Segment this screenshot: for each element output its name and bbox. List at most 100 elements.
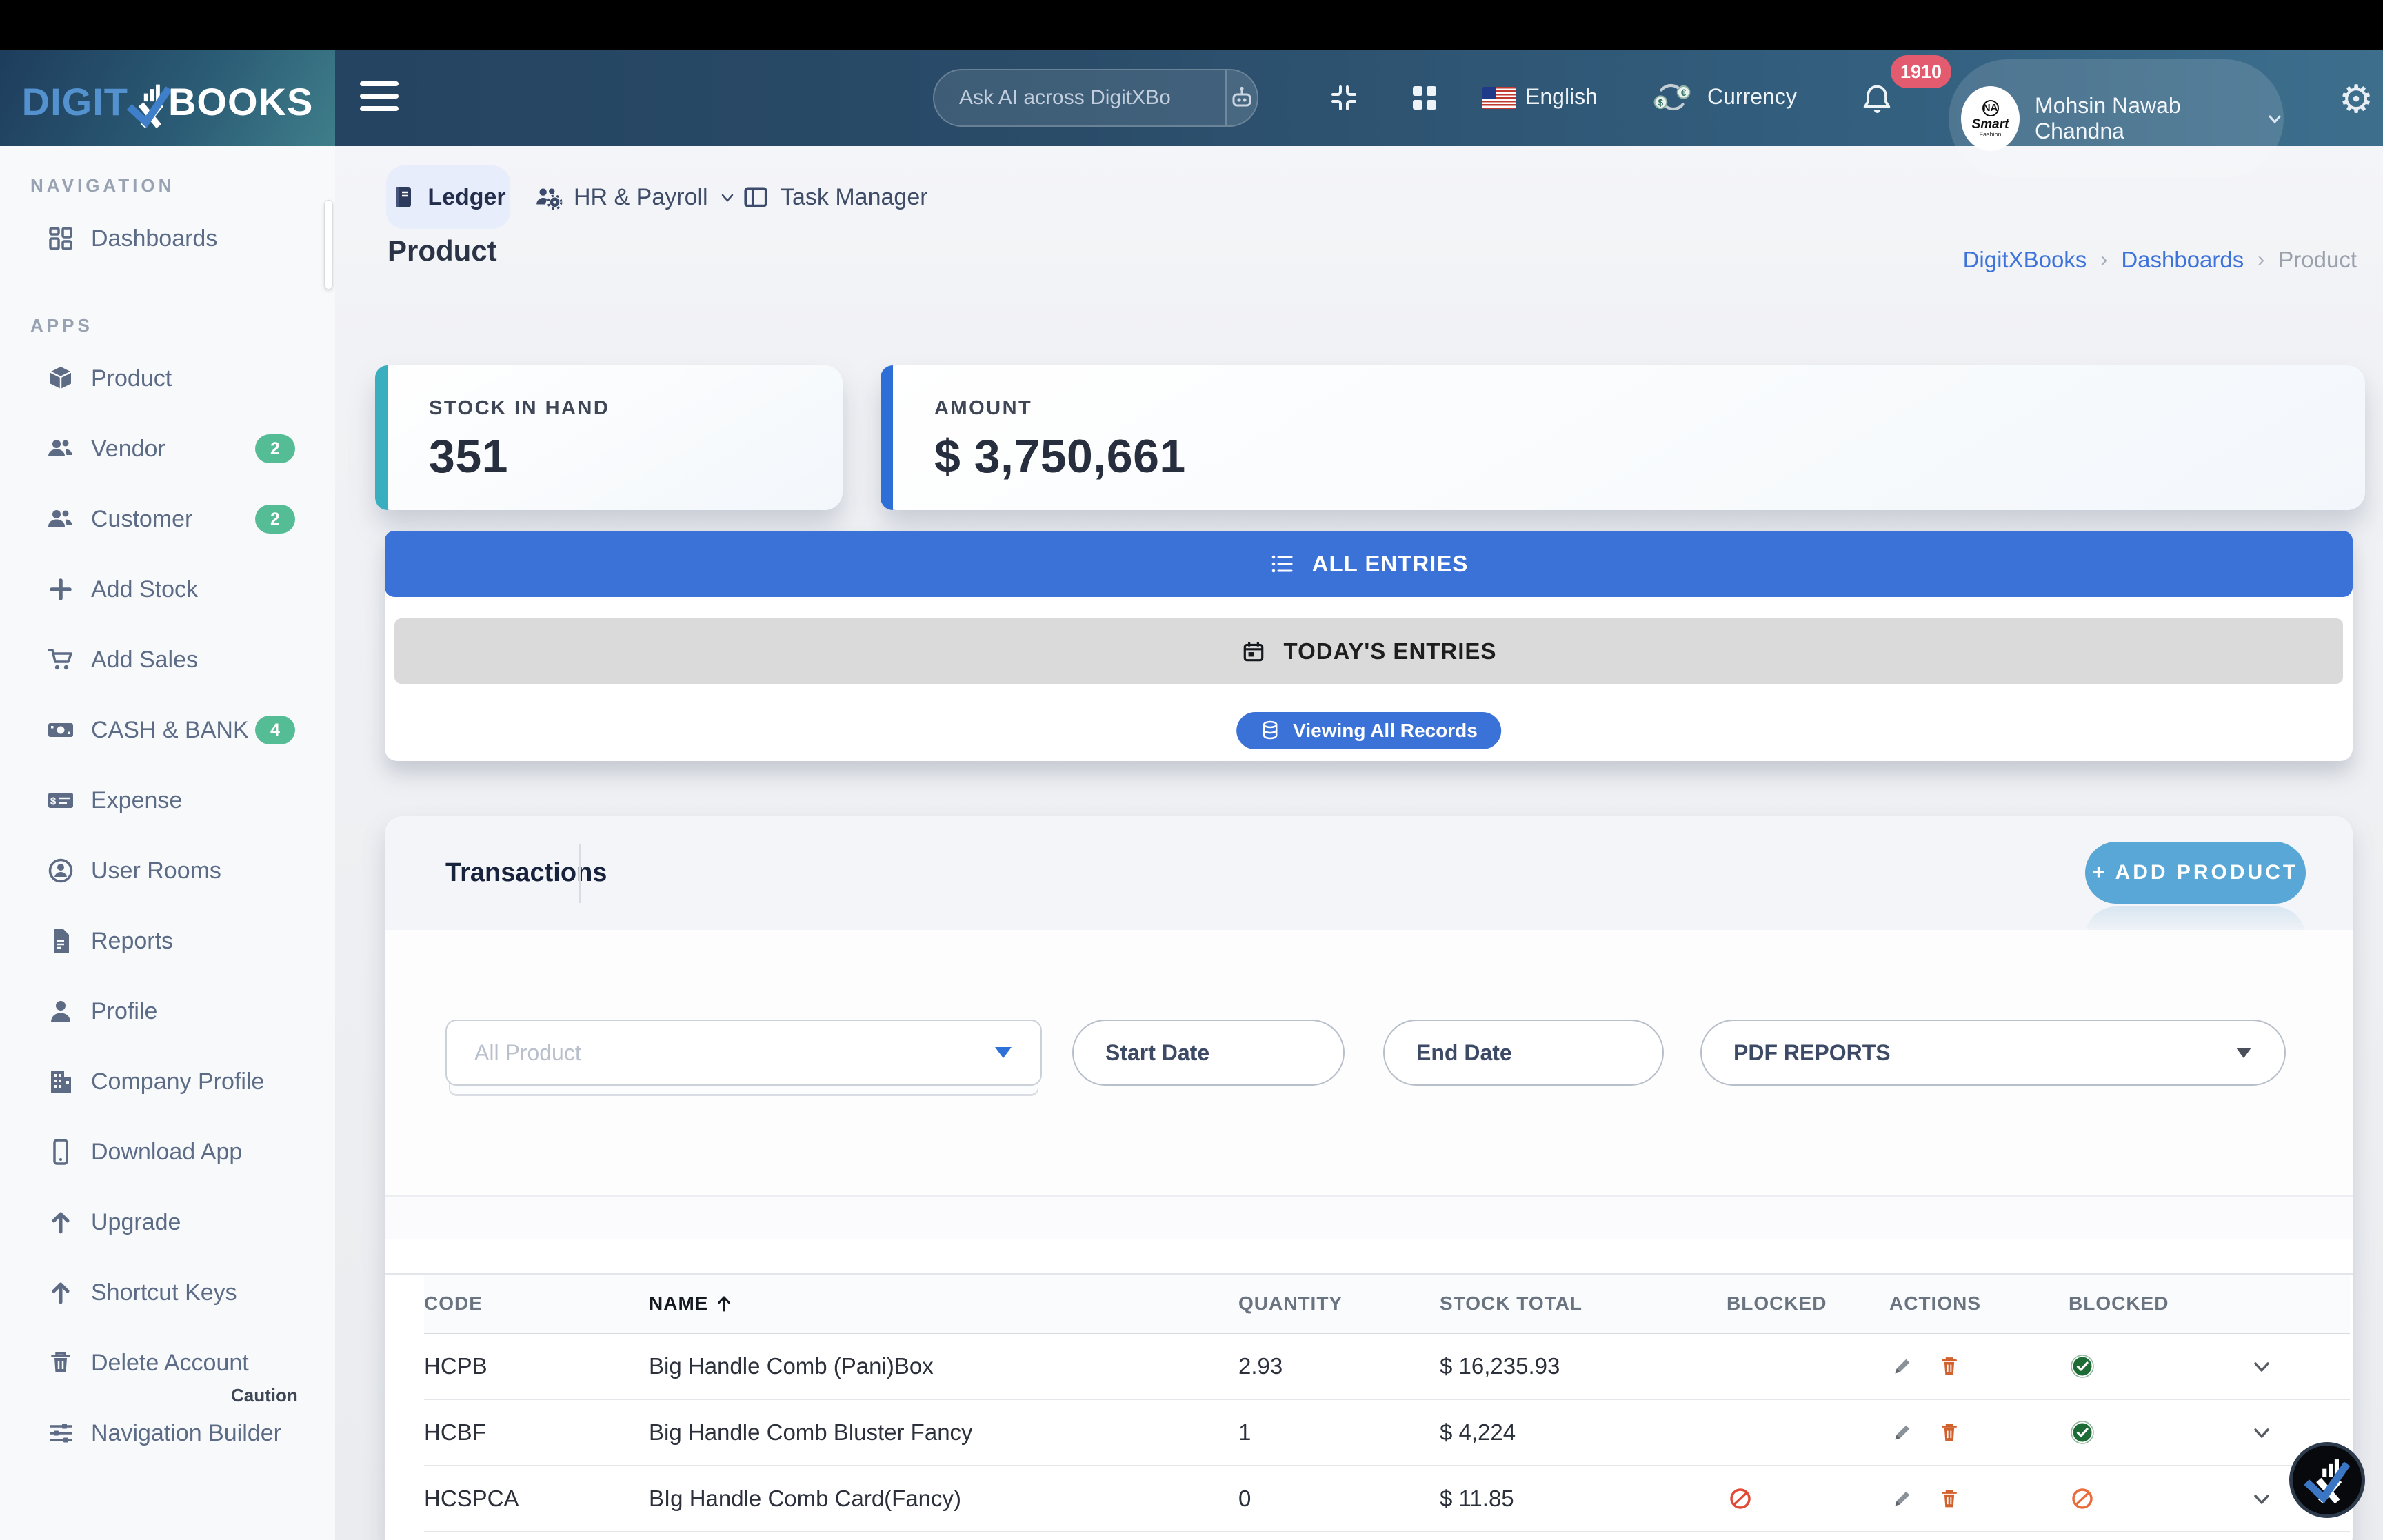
menu-toggle-button[interactable] xyxy=(360,81,400,114)
sidebar-item-download-app[interactable]: Download App xyxy=(0,1117,335,1187)
section-apps: APPS xyxy=(30,315,93,336)
ai-robot-icon[interactable] xyxy=(1225,70,1257,125)
col-header-actions[interactable]: ACTIONS xyxy=(1889,1293,2069,1315)
currency-label[interactable]: Currency xyxy=(1707,84,1797,110)
transactions-card: Transactions + ADD PRODUCT All Product P… xyxy=(385,816,2353,1540)
col-header-quantity[interactable]: QUANTITY xyxy=(1238,1293,1440,1315)
sidebar-item-delete-account[interactable]: Delete Account Caution xyxy=(0,1328,335,1406)
notification-count-badge: 1910 xyxy=(1891,55,1952,88)
sidebar-item-navigation-builder[interactable]: Navigation Builder xyxy=(0,1398,335,1468)
breadcrumb-link-home[interactable]: DigitXBooks xyxy=(1963,247,2087,273)
sidebar-item-label: Dashboards xyxy=(91,225,218,252)
cell-stock-total: $ 16,235.93 xyxy=(1440,1353,1560,1379)
edit-pencil-icon[interactable] xyxy=(1889,1353,1916,1379)
floating-brand-button[interactable] xyxy=(2289,1442,2365,1518)
start-date-input[interactable] xyxy=(1072,1020,1345,1086)
avatar-monogram: NA xyxy=(1982,99,1999,116)
col-header-code[interactable]: CODE xyxy=(424,1293,649,1315)
col-header-name[interactable]: NAME xyxy=(649,1293,1238,1315)
sidebar-item-label: User Rooms xyxy=(91,857,221,884)
notifications-bell-icon[interactable] xyxy=(1859,81,1895,117)
page-title: Product xyxy=(388,234,497,267)
status-blocked-icon[interactable] xyxy=(2069,1485,2096,1512)
delete-trash-icon[interactable] xyxy=(1936,1486,1962,1512)
sidebar-item-cash-bank[interactable]: CASH & BANK 4 xyxy=(0,695,335,765)
settings-gear-icon[interactable]: ⚙ xyxy=(2339,77,2373,122)
todays-entries-button[interactable]: TODAY'S ENTRIES xyxy=(394,618,2343,684)
sidebar-item-vendor[interactable]: Vendor 2 xyxy=(0,414,335,484)
edit-pencil-icon[interactable] xyxy=(1889,1419,1916,1446)
people-gear-icon xyxy=(534,183,563,212)
list-icon xyxy=(1269,551,1294,576)
app-logo: DIGIT BOOKS xyxy=(22,74,314,129)
app-header: DIGIT BOOKS Ask AI across DigitXBo Engli… xyxy=(0,50,2383,178)
pdf-reports-select[interactable]: PDF REPORTS xyxy=(1700,1020,2286,1086)
logo-area[interactable]: DIGIT BOOKS xyxy=(0,50,335,146)
smartphone-icon xyxy=(46,1137,76,1167)
database-icon xyxy=(1260,720,1280,742)
sidebar-item-dashboards[interactable]: Dashboards xyxy=(0,203,335,274)
cell-code: HCBF xyxy=(424,1419,486,1445)
report-file-icon xyxy=(46,926,76,956)
apps-grid-icon[interactable] xyxy=(1408,81,1441,114)
ai-search-bar[interactable] xyxy=(933,69,1258,127)
tab-task-manager[interactable]: Task Manager xyxy=(742,165,928,229)
sort-asc-icon xyxy=(718,1296,731,1312)
sidebar-item-customer[interactable]: Customer 2 xyxy=(0,484,335,554)
status-active-check-icon[interactable] xyxy=(2069,1352,2096,1380)
stat-card-stock-in-hand: STOCK IN HAND 351 xyxy=(375,365,843,510)
transactions-header: Transactions + ADD PRODUCT xyxy=(385,816,2353,930)
sidebar-item-shortcut-keys[interactable]: Shortcut Keys xyxy=(0,1257,335,1328)
sidebar-item-reports[interactable]: Reports xyxy=(0,906,335,976)
breadcrumb-link-dashboards[interactable]: Dashboards xyxy=(2121,247,2244,273)
sidebar-item-upgrade[interactable]: Upgrade xyxy=(0,1187,335,1257)
sidebar-item-label: Reports xyxy=(91,927,174,954)
svg-text:$: $ xyxy=(1658,97,1664,108)
sidebar-item-add-sales[interactable]: Add Sales xyxy=(0,625,335,695)
caret-down-icon xyxy=(995,1047,1012,1058)
products-table: CODE NAME QUANTITY STOCK TOTAL BLOCKED A… xyxy=(424,1275,2350,1532)
avatar-sub: Fashion xyxy=(1979,130,2002,138)
sidebar-item-add-stock[interactable]: Add Stock xyxy=(0,554,335,625)
customer-people-icon xyxy=(46,504,76,534)
ai-shield-icon[interactable] xyxy=(1257,70,1258,125)
sidebar-item-product[interactable]: Product xyxy=(0,343,335,414)
expand-chevron-icon[interactable] xyxy=(2248,1485,2275,1512)
tab-ledger[interactable]: Ledger xyxy=(386,165,510,229)
table-row: HCPB Big Handle Comb (Pani)Box 2.93 $ 16… xyxy=(424,1334,2350,1400)
tab-label: HR & Payroll xyxy=(574,183,708,210)
cash-icon xyxy=(46,715,76,745)
sidebar-item-profile[interactable]: Profile xyxy=(0,976,335,1046)
table-row: HCBF Big Handle Comb Bluster Fancy 1 $ 4… xyxy=(424,1400,2350,1466)
section-navigation: NAVIGATION xyxy=(30,175,175,196)
user-menu[interactable]: NA Smart Fashion Mohsin Nawab Chandna xyxy=(1949,59,2284,178)
col-header-blocked-2[interactable]: BLOCKED xyxy=(2069,1293,2248,1315)
product-box-icon xyxy=(46,363,76,394)
status-active-check-icon[interactable] xyxy=(2069,1419,2096,1446)
us-flag-icon[interactable] xyxy=(1482,87,1516,109)
collapse-view-icon[interactable] xyxy=(1327,81,1360,114)
language-label[interactable]: English xyxy=(1525,84,1598,110)
add-product-button[interactable]: + ADD PRODUCT xyxy=(2085,842,2306,904)
sidebar-item-label: Customer xyxy=(91,505,193,532)
sidebar-item-company-profile[interactable]: Company Profile xyxy=(0,1046,335,1117)
edit-pencil-icon[interactable] xyxy=(1889,1486,1916,1512)
currency-exchange-icon[interactable]: $ € xyxy=(1652,77,1692,117)
viewing-all-records-pill[interactable]: Viewing All Records xyxy=(1236,712,1501,749)
delete-trash-icon[interactable] xyxy=(1936,1419,1962,1446)
all-entries-button[interactable]: ALL ENTRIES xyxy=(385,531,2353,597)
transactions-title: Transactions xyxy=(445,858,607,887)
expand-chevron-icon[interactable] xyxy=(2248,1352,2275,1380)
delete-trash-icon[interactable] xyxy=(1936,1353,1962,1379)
blocked-icon[interactable] xyxy=(1727,1485,1754,1512)
expand-chevron-icon[interactable] xyxy=(2248,1419,2275,1446)
col-header-blocked[interactable]: BLOCKED xyxy=(1727,1293,1889,1315)
sidebar-item-expense[interactable]: $ Expense xyxy=(0,765,335,835)
tab-hr-payroll[interactable]: HR & Payroll xyxy=(534,165,736,229)
col-header-stock-total[interactable]: STOCK TOTAL xyxy=(1440,1293,1727,1315)
vendor-people-icon xyxy=(46,434,76,464)
sidebar-item-user-rooms[interactable]: User Rooms xyxy=(0,835,335,906)
end-date-input[interactable] xyxy=(1383,1020,1664,1086)
product-filter-select[interactable]: All Product xyxy=(445,1020,1042,1086)
search-input[interactable] xyxy=(934,70,1225,125)
